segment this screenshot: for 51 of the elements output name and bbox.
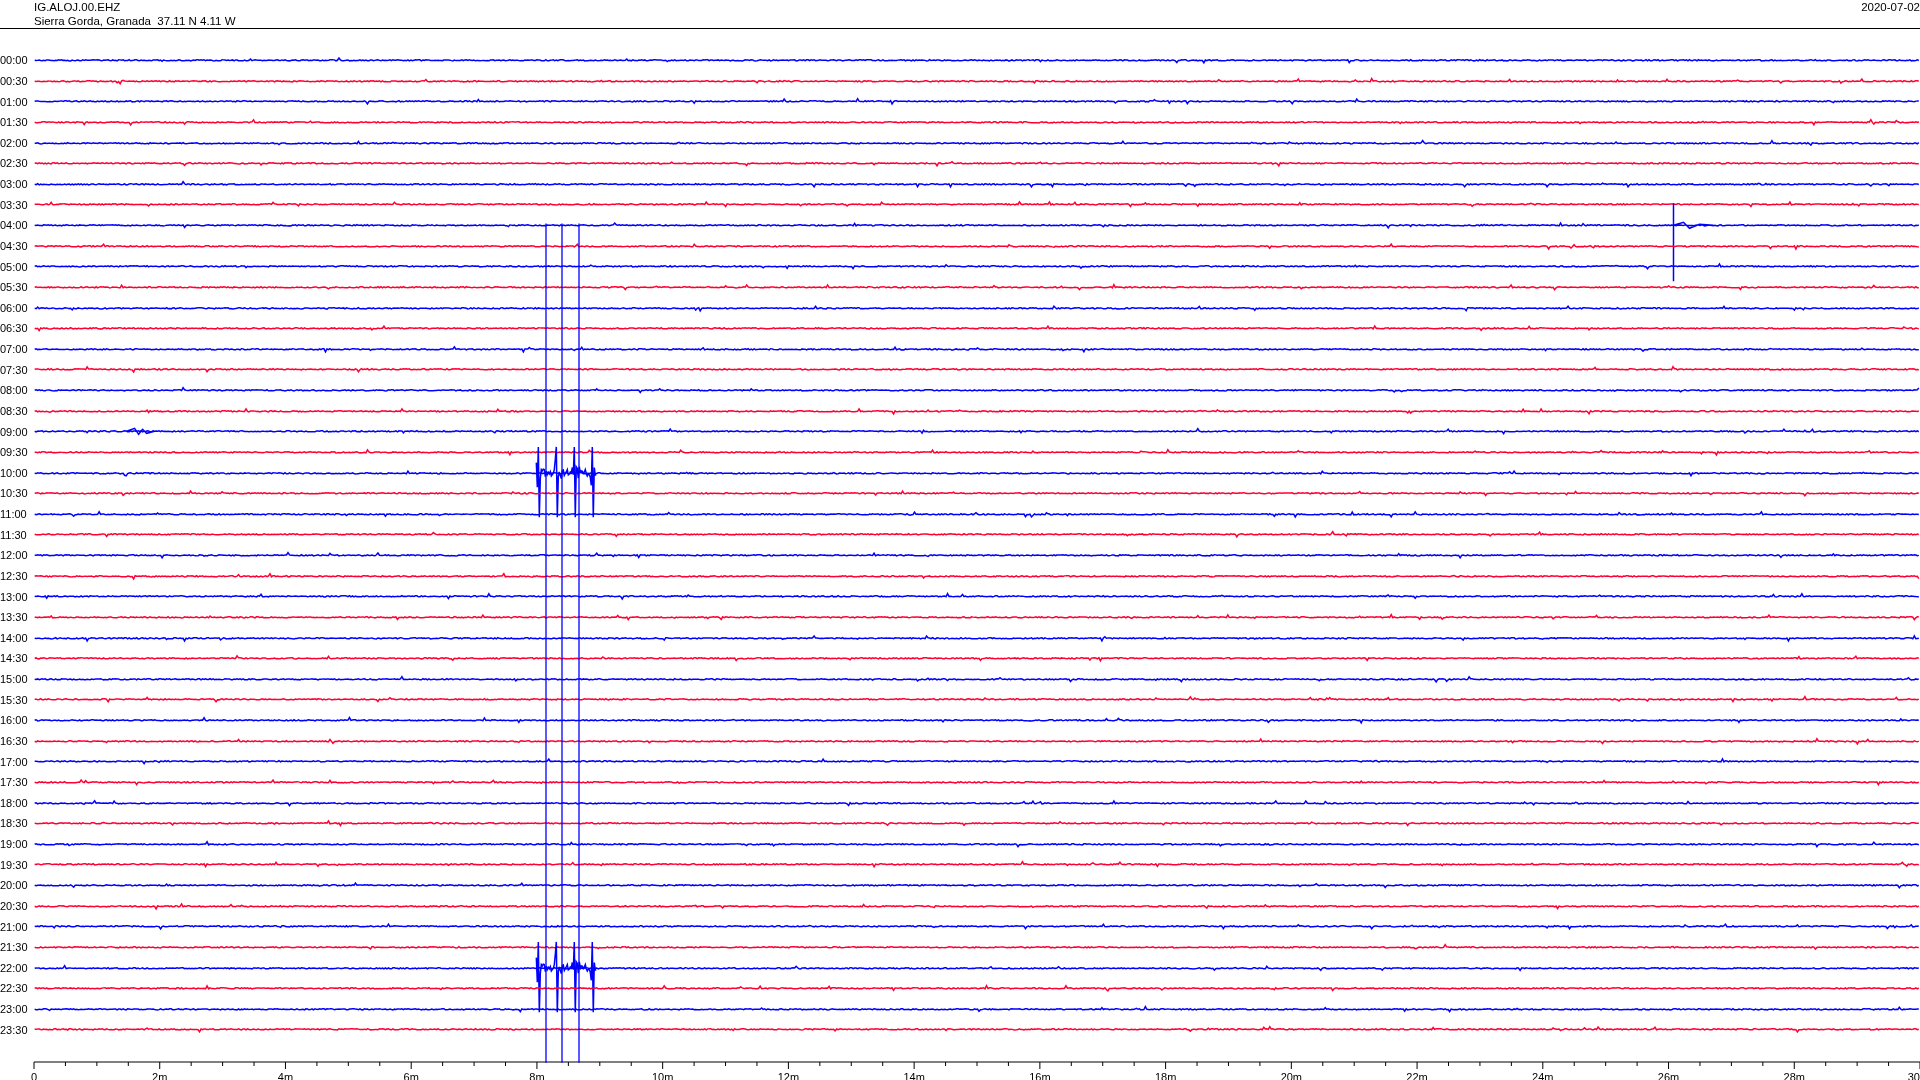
row-time-label: 14:00 xyxy=(0,631,29,644)
row-time-label: 21:30 xyxy=(0,941,29,954)
row-time-label: 07:30 xyxy=(0,363,29,376)
row-time-label: 16:00 xyxy=(0,714,29,727)
row-time-label: 12:30 xyxy=(0,569,29,582)
row-time-label: 20:00 xyxy=(0,879,29,892)
row-time-label: 09:30 xyxy=(0,446,29,459)
row-time-label: 01:00 xyxy=(0,95,29,108)
row-time-label: 21:00 xyxy=(0,920,29,933)
row-time-label: 10:00 xyxy=(0,466,29,479)
row-time-label: 05:30 xyxy=(0,281,29,294)
row-time-label: 20:30 xyxy=(0,899,29,912)
row-time-label: 00:30 xyxy=(0,74,29,87)
row-time-label: 06:00 xyxy=(0,301,29,314)
row-time-label: 02:30 xyxy=(0,157,29,170)
row-time-label: 03:30 xyxy=(0,198,29,211)
row-time-label: 10:30 xyxy=(0,487,29,500)
row-time-label: 13:30 xyxy=(0,611,29,624)
row-time-label: 11:30 xyxy=(0,528,28,541)
row-time-label: 09:00 xyxy=(0,425,29,438)
row-time-label: 11:00 xyxy=(0,508,28,521)
row-time-label: 06:30 xyxy=(0,322,29,335)
row-time-label: 14:30 xyxy=(0,652,29,665)
row-time-label: 17:30 xyxy=(0,776,29,789)
row-time-label: 22:00 xyxy=(0,961,29,974)
row-time-label: 04:00 xyxy=(0,219,29,232)
row-time-label: 02:00 xyxy=(0,136,29,149)
row-time-label: 23:30 xyxy=(0,1023,29,1036)
row-time-label: 01:30 xyxy=(0,116,29,129)
row-time-label: 19:00 xyxy=(0,838,29,851)
row-time-label: 08:00 xyxy=(0,384,29,397)
row-time-label: 16:30 xyxy=(0,734,29,747)
station-location: Sierra Gorda, Granada 37.11 N 4.11 W xyxy=(34,14,236,28)
row-time-label: 12:00 xyxy=(0,549,29,562)
row-time-label: 17:00 xyxy=(0,755,29,768)
row-time-label: 18:30 xyxy=(0,817,29,830)
row-time-label: 22:30 xyxy=(0,982,29,995)
row-time-label: 08:30 xyxy=(0,404,29,417)
row-time-label: 05:00 xyxy=(0,260,29,273)
row-time-label: 07:00 xyxy=(0,343,29,356)
row-time-label: 18:00 xyxy=(0,796,29,809)
row-time-label: 03:00 xyxy=(0,178,29,191)
row-time-label: 04:30 xyxy=(0,239,29,252)
station-code: IG.ALOJ.00.EHZ xyxy=(34,0,122,14)
row-time-label: 15:00 xyxy=(0,673,29,686)
row-time-label: 13:00 xyxy=(0,590,29,603)
row-time-label: 19:30 xyxy=(0,858,29,871)
row-time-label: 00:00 xyxy=(0,54,29,67)
row-time-label: 15:30 xyxy=(0,693,29,706)
row-time-label: 23:00 xyxy=(0,1003,29,1016)
record-date: 2020-07-02 xyxy=(1861,0,1920,14)
